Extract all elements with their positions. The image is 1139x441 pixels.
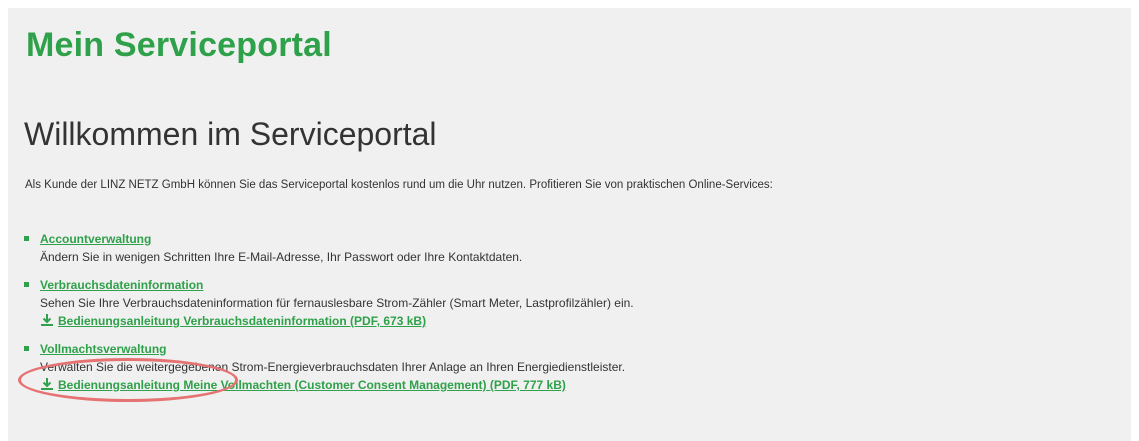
download-icon [41,378,53,390]
vollmachtsverwaltung-description: Verwalten Sie die weitergegebenen Strom-… [40,360,626,374]
square-bullet-icon [24,282,29,287]
accountverwaltung-description: Ändern Sie in wenigen Schritten Ihre E-M… [40,250,523,264]
content-panel: Mein Serviceportal Willkommen im Service… [8,8,1131,441]
accountverwaltung-link[interactable]: Accountverwaltung [40,232,151,246]
intro-text: Als Kunde der LINZ NETZ GmbH können Sie … [25,179,773,191]
service-list: Accountverwaltung Ändern Sie in wenigen … [24,230,1024,404]
download-icon [41,314,53,326]
verbrauchsdaten-link[interactable]: Verbrauchsdateninformation [40,278,203,292]
verbrauchsdaten-document: Bedienungsanleitung Verbrauchsdateninfor… [40,312,1024,330]
vollmachten-document: Bedienungsanleitung Meine Vollmachten (C… [40,376,1024,394]
page-heading: Willkommen im Serviceportal [24,116,437,152]
service-item-vollmachtsverwaltung: Vollmachtsverwaltung Verwalten Sie die w… [24,340,1024,394]
app-title: Mein Serviceportal [26,26,332,64]
square-bullet-icon [24,346,29,351]
vollmachtsverwaltung-link[interactable]: Vollmachtsverwaltung [40,342,166,356]
service-item-verbrauchsdaten: Verbrauchsdateninformation Sehen Sie Ihr… [24,276,1024,330]
verbrauchsdaten-description: Sehen Sie Ihre Verbrauchsdateninformatio… [40,296,634,310]
square-bullet-icon [24,236,29,241]
verbrauchsdaten-manual-link[interactable]: Bedienungsanleitung Verbrauchsdateninfor… [58,314,426,328]
vollmachten-manual-link[interactable]: Bedienungsanleitung Meine Vollmachten (C… [58,378,566,392]
service-item-accountverwaltung: Accountverwaltung Ändern Sie in wenigen … [24,230,1024,266]
